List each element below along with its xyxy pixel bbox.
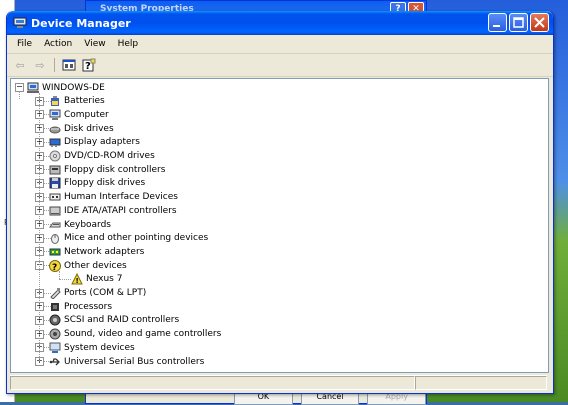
computer-icon (49, 109, 61, 120)
tree-child-item[interactable]: ! Nexus 7 (71, 273, 122, 286)
tree-item-label: System devices (64, 342, 135, 353)
tree-item[interactable]: Mice and other pointing devices (49, 232, 208, 245)
tree-item-label: Human Interface Devices (64, 192, 178, 203)
titlebar[interactable]: Device Manager (7, 11, 553, 35)
tree-item[interactable]: Sound, video and game controllers (49, 328, 221, 341)
device-manager-icon (13, 17, 27, 28)
tree-item[interactable]: Processors (49, 300, 112, 313)
svg-text:?: ? (85, 61, 91, 72)
back-arrow-icon: ⇦ (15, 58, 25, 72)
tree-item[interactable]: Floppy disk drives (49, 177, 145, 190)
tree-item-label: Keyboards (64, 219, 111, 230)
back-button[interactable]: ⇦ (11, 57, 29, 73)
window-title: Device Manager (31, 16, 131, 30)
tree-item-label: Ports (COM & LPT) (64, 288, 147, 298)
properties-button[interactable] (60, 57, 78, 73)
maximize-icon (513, 17, 524, 28)
processor-icon (51, 302, 59, 311)
system-device-icon (49, 342, 61, 353)
tree-item[interactable]: SCSI and RAID controllers (49, 314, 179, 327)
device-tree[interactable]: − WINDOWS-DE + Batteries + Computer + Disk driv… (10, 78, 549, 373)
tree-item[interactable]: Floppy disk controllers (49, 163, 165, 176)
tree-item[interactable]: Computer (49, 108, 109, 121)
tree-connector (59, 271, 60, 279)
tree-item[interactable]: Network adapters (49, 245, 144, 258)
disk-drive-icon (49, 126, 61, 134)
device-manager-window: Device Manager File Action View Help ⇦ ⇨… (6, 11, 554, 394)
tree-item[interactable]: IDE ATA/ATAPI controllers (49, 204, 177, 217)
battery-icon (51, 96, 59, 107)
close-button[interactable] (530, 13, 549, 32)
tree-item[interactable]: Universal Serial Bus controllers (49, 355, 204, 368)
ide-controller-icon (49, 206, 61, 216)
collapse-toggle[interactable]: − (15, 83, 24, 92)
tree-connector (39, 93, 40, 361)
tree-item[interactable]: Disk drives (49, 122, 114, 135)
tree-connector (19, 92, 20, 99)
hid-icon (49, 193, 61, 201)
help-icon: ? (82, 58, 96, 72)
help-button[interactable]: ? (80, 57, 98, 73)
tree-item-label: Floppy disk drives (64, 178, 146, 189)
sound-icon (49, 328, 61, 340)
menu-view[interactable]: View (78, 39, 111, 49)
tree-item-label: Mice and other pointing devices (64, 233, 209, 244)
tree-item[interactable]: System devices (49, 341, 135, 354)
tree-item-label: Batteries (64, 96, 105, 107)
tree-item-label: Display adapters (64, 137, 140, 148)
floppy-drive-icon (49, 177, 61, 189)
display-adapter-icon (49, 138, 61, 148)
scsi-icon (49, 314, 61, 326)
menu-help[interactable]: Help (112, 39, 145, 49)
tree-item[interactable]: Keyboards (49, 218, 111, 231)
warning-device-icon: ! (71, 273, 83, 285)
tree-item[interactable]: ? Other devices (49, 259, 127, 272)
forward-arrow-icon: ⇨ (35, 58, 45, 72)
computer-root-icon (27, 82, 39, 93)
tree-item-label: Disk drives (64, 123, 114, 134)
tree-connector (59, 278, 71, 280)
dvd-drive-icon (49, 150, 61, 162)
tree-item-label: Computer (64, 109, 109, 120)
floppy-controller-icon (49, 165, 61, 175)
tree-item-label: Other devices (64, 260, 127, 271)
tree-item-label: Universal Serial Bus controllers (64, 356, 205, 367)
port-icon (50, 288, 61, 299)
menubar: File Action View Help (7, 35, 553, 54)
status-bar (10, 375, 547, 390)
usb-icon (49, 357, 60, 365)
svg-text:!: ! (76, 277, 79, 285)
status-pane-right (415, 376, 547, 390)
minimize-button[interactable] (488, 13, 507, 32)
tree-item-label: Processors (64, 301, 113, 312)
tree-item-label: Floppy disk controllers (64, 164, 166, 175)
status-pane-main (10, 376, 415, 390)
tree-item[interactable]: Display adapters (49, 136, 140, 149)
mouse-icon (51, 234, 59, 245)
tree-item[interactable]: Batteries (49, 95, 105, 108)
toolbar-separator (54, 58, 55, 72)
tree-item-label: Network adapters (64, 246, 145, 257)
tree-item-label: IDE ATA/ATAPI controllers (64, 205, 177, 216)
tree-item[interactable]: DVD/CD-ROM drives (49, 150, 155, 163)
menu-action[interactable]: Action (38, 39, 78, 49)
properties-icon (62, 59, 76, 71)
tree-item[interactable]: Ports (COM & LPT) (49, 287, 146, 300)
tree-item-label: DVD/CD-ROM drives (64, 151, 155, 161)
svg-text:?: ? (52, 263, 57, 272)
menu-file[interactable]: File (11, 39, 38, 49)
tree-item[interactable]: Human Interface Devices (49, 191, 178, 204)
minimize-icon (493, 25, 500, 27)
close-icon (534, 17, 545, 28)
keyboard-icon (49, 222, 61, 227)
network-adapter-icon (49, 248, 61, 256)
tree-item-label: WINDOWS-DE (42, 82, 105, 93)
unknown-device-icon: ? (49, 259, 61, 272)
tree-item-label: Nexus 7 (86, 274, 123, 285)
tree-item-label: SCSI and RAID controllers (64, 315, 180, 326)
tree-item-label: Sound, video and game controllers (64, 329, 222, 340)
maximize-button[interactable] (509, 13, 528, 32)
forward-button[interactable]: ⇨ (31, 57, 49, 73)
toolbar: ⇦ ⇨ ? (7, 54, 553, 77)
